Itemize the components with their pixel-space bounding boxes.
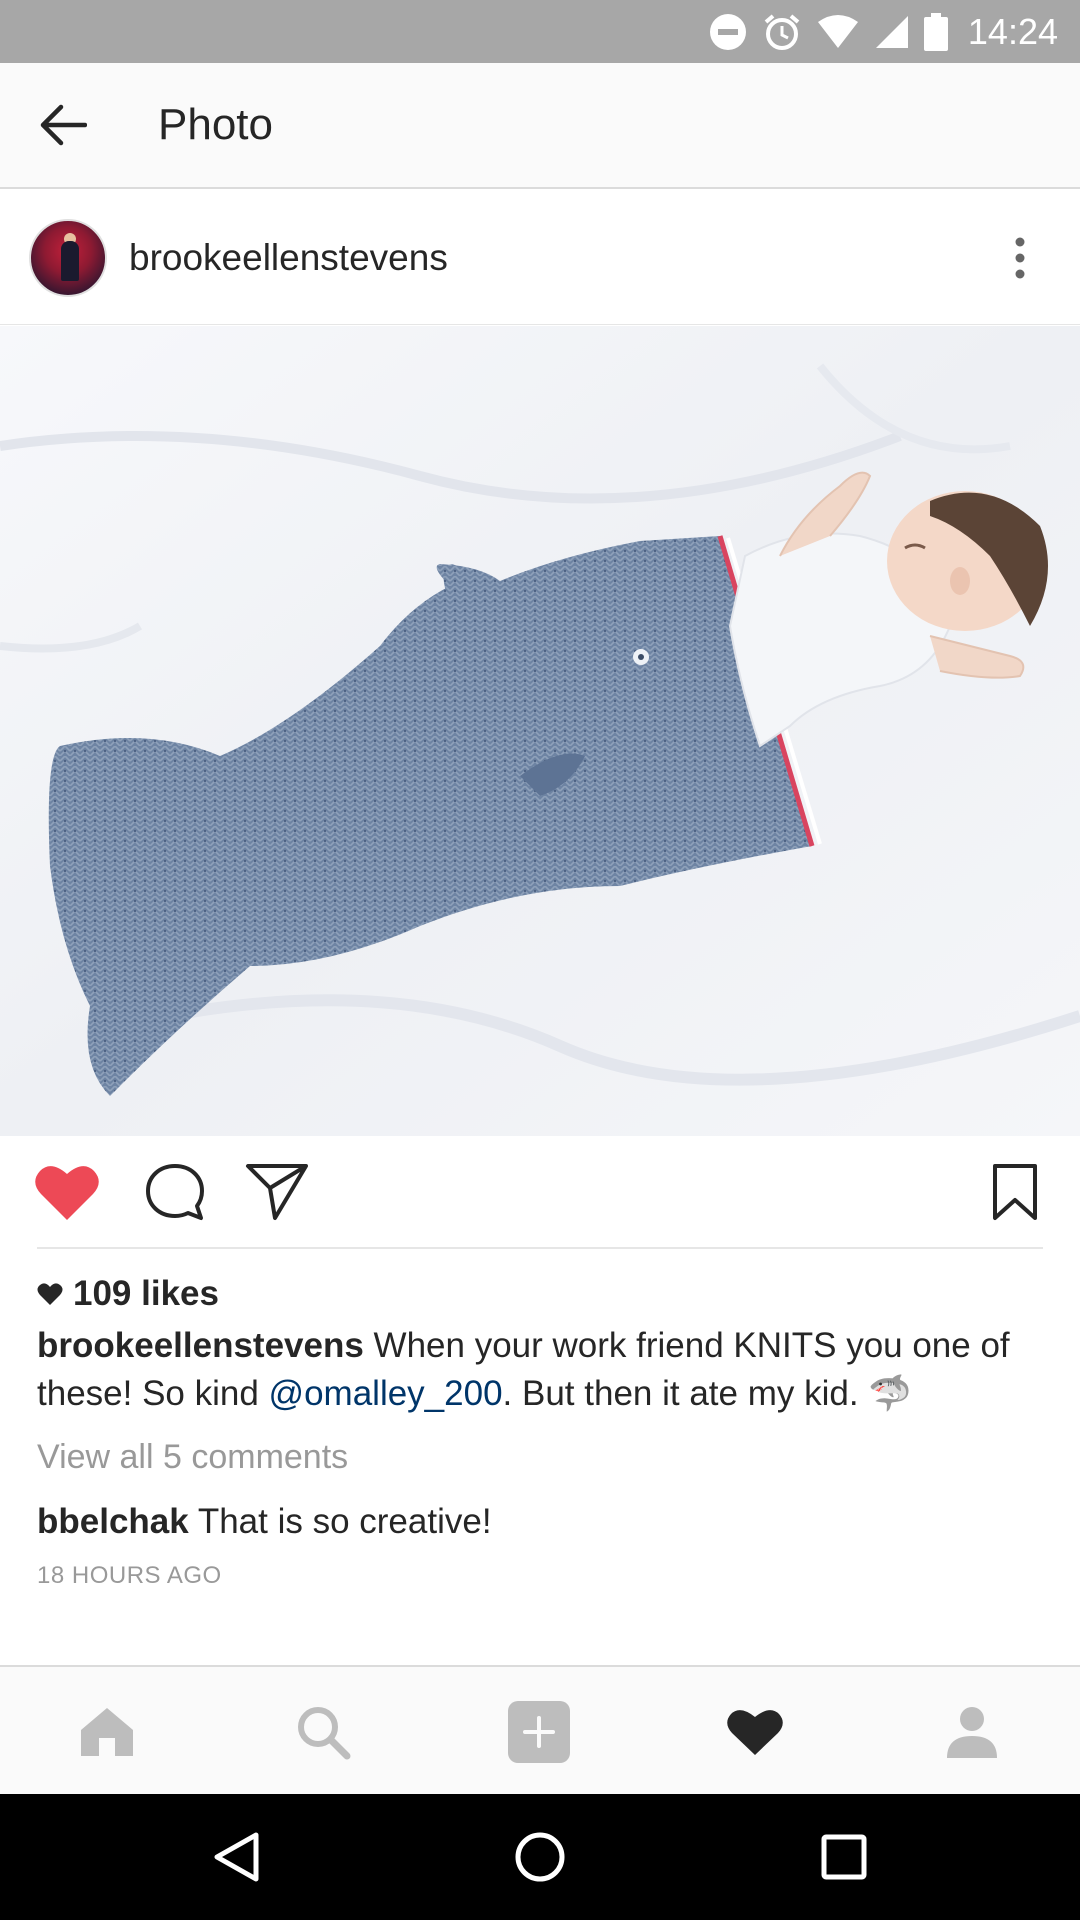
comment-username[interactable]: bbelchak — [37, 1502, 189, 1541]
comment-button[interactable] — [142, 1162, 208, 1222]
system-back-button[interactable] — [206, 1827, 266, 1887]
status-time: 14:24 — [967, 10, 1058, 52]
bottom-tab-bar — [0, 1665, 1080, 1794]
page-title: Photo — [158, 100, 273, 149]
comment-text: That is so creative! — [188, 1502, 492, 1541]
post-action-bar — [0, 1136, 1080, 1248]
caption-text-end: . But then it ate my kid. — [502, 1374, 869, 1413]
more-vertical-icon — [1015, 237, 1025, 279]
caption-username[interactable]: brookeellenstevens — [37, 1326, 364, 1365]
battery-icon — [923, 12, 948, 51]
recents-square-icon — [821, 1834, 867, 1880]
home-circle-icon — [515, 1832, 565, 1882]
home-icon — [81, 1708, 133, 1756]
add-post-icon — [508, 1701, 570, 1763]
do-not-disturb-icon — [709, 13, 746, 50]
tab-search[interactable] — [288, 1697, 358, 1767]
search-icon — [298, 1707, 351, 1760]
comment-icon — [146, 1164, 204, 1220]
like-button[interactable] — [34, 1162, 100, 1222]
system-recents-button[interactable] — [814, 1827, 874, 1887]
system-home-button[interactable] — [510, 1827, 570, 1887]
heart-icon — [727, 1710, 783, 1755]
likes-text: 109 likes — [73, 1274, 219, 1313]
avatar[interactable] — [29, 218, 107, 297]
arrow-left-icon — [40, 104, 87, 146]
share-button[interactable] — [244, 1162, 310, 1222]
more-options-button[interactable] — [990, 228, 1050, 288]
shark-blanket-photo — [0, 326, 1080, 1136]
shark-emoji: 🦈 — [868, 1374, 912, 1413]
profile-icon — [947, 1707, 997, 1758]
comment-item: bbelchak That is so creative! — [37, 1502, 492, 1542]
likes-count[interactable]: 109 likes — [37, 1274, 219, 1314]
tab-add[interactable] — [504, 1697, 574, 1767]
post-caption: brookeellenstevens When your work friend… — [37, 1322, 1047, 1418]
post-username[interactable]: brookeellenstevens — [129, 237, 448, 279]
app-header: Photo — [0, 63, 1080, 189]
view-all-comments-link[interactable]: View all 5 comments — [37, 1438, 348, 1477]
system-navigation-bar — [0, 1794, 1080, 1920]
tab-activity[interactable] — [720, 1697, 790, 1767]
back-button[interactable] — [0, 62, 126, 188]
wifi-icon — [817, 14, 858, 48]
heart-filled-icon — [35, 1166, 99, 1220]
tab-profile[interactable] — [937, 1697, 1007, 1767]
bookmark-icon — [993, 1164, 1037, 1220]
send-icon — [246, 1164, 308, 1220]
post-photo[interactable] — [0, 326, 1080, 1136]
back-triangle-icon — [214, 1832, 259, 1882]
caption-mention[interactable]: @omalley_200 — [269, 1374, 503, 1413]
save-button[interactable] — [982, 1162, 1048, 1222]
alarm-icon — [764, 13, 800, 50]
status-bar: 14:24 — [0, 0, 1080, 63]
action-divider — [37, 1247, 1043, 1249]
post-header: brookeellenstevens — [0, 191, 1080, 325]
heart-small-icon — [37, 1283, 63, 1305]
signal-icon — [875, 15, 908, 48]
post-timestamp: 18 HOURS AGO — [37, 1562, 222, 1589]
tab-home[interactable] — [72, 1697, 142, 1767]
